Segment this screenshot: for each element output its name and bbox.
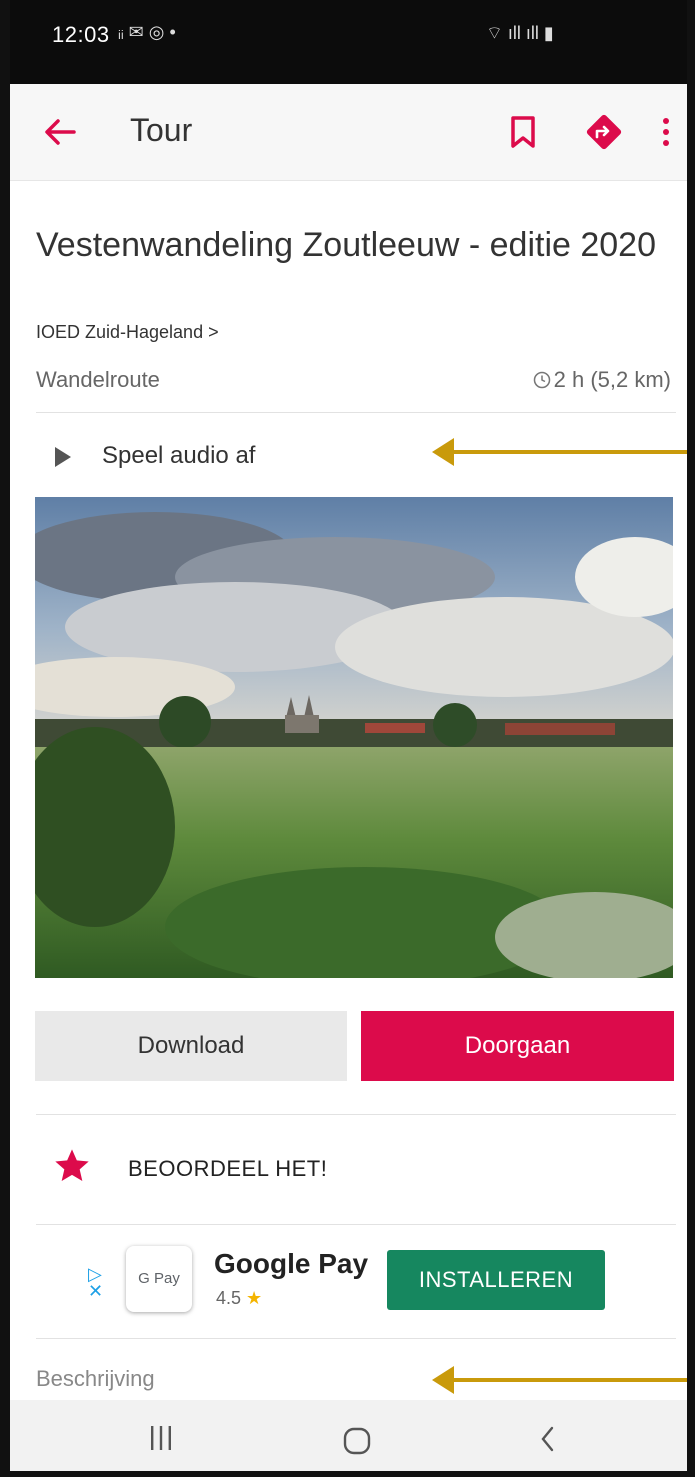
play-icon <box>55 447 71 467</box>
divider <box>36 1338 676 1339</box>
status-bar: 12:03 ᵢᵢ ✉ ◎ • ⌔ ıll ıll ▮ <box>0 0 695 84</box>
notification-icons: ᵢᵢ ✉ ◎ • <box>118 22 176 42</box>
bookmark-icon[interactable] <box>508 112 538 152</box>
tour-title: Vestenwandeling Zoutleeuw - editie 2020 <box>36 226 656 264</box>
play-audio-label: Speel audio af <box>102 442 256 469</box>
description-heading: Beschrijving <box>36 1366 155 1391</box>
ad-banner[interactable]: ▷ ✕ G Pay Google Pay 4.5 ★ INSTALLEREN <box>36 1236 676 1326</box>
publisher-link[interactable]: IOED Zuid-Hageland > <box>36 322 219 343</box>
ad-rating-value: 4.5 <box>216 1288 242 1308</box>
divider <box>36 1224 676 1225</box>
app-bar: Tour <box>10 84 687 181</box>
duration-text: 2 h (5,2 km) <box>553 367 671 392</box>
divider <box>36 412 676 413</box>
back-arrow-icon[interactable] <box>40 112 80 152</box>
more-vert-icon[interactable] <box>656 112 676 152</box>
install-button[interactable]: INSTALLEREN <box>387 1250 605 1310</box>
ad-app-rating: 4.5 ★ <box>216 1288 262 1309</box>
signal-battery-icons: ⌔ ıll ıll ▮ <box>486 23 554 43</box>
annotation-arrow <box>432 438 695 466</box>
rating-star-icon: ★ <box>246 1288 263 1308</box>
rate-label: BEOORDEEL HET! <box>128 1156 328 1181</box>
adchoices-icon[interactable]: ▷ ✕ <box>88 1265 103 1300</box>
system-nav-bar <box>10 1400 687 1477</box>
continue-button[interactable]: Doorgaan <box>361 1011 674 1081</box>
rate-row[interactable]: BEOORDEEL HET! <box>36 1132 676 1206</box>
download-button[interactable]: Download <box>35 1011 347 1081</box>
app-bar-title: Tour <box>130 112 193 148</box>
nav-home-icon[interactable] <box>342 1426 372 1456</box>
nav-back-icon[interactable] <box>538 1424 558 1454</box>
directions-icon[interactable] <box>582 110 626 154</box>
route-type: Wandelroute <box>36 367 160 392</box>
ad-app-name: Google Pay <box>214 1248 369 1279</box>
divider <box>36 1114 676 1115</box>
duration: 2 h (5,2 km) <box>533 367 671 393</box>
tour-photo <box>35 497 673 978</box>
annotation-arrow <box>432 1366 695 1394</box>
star-icon <box>55 1149 89 1181</box>
nav-recent-icon[interactable] <box>148 1424 174 1452</box>
clock-icon <box>533 371 550 389</box>
app-icon: G Pay <box>126 1246 192 1312</box>
status-time: 12:03 <box>52 22 110 47</box>
